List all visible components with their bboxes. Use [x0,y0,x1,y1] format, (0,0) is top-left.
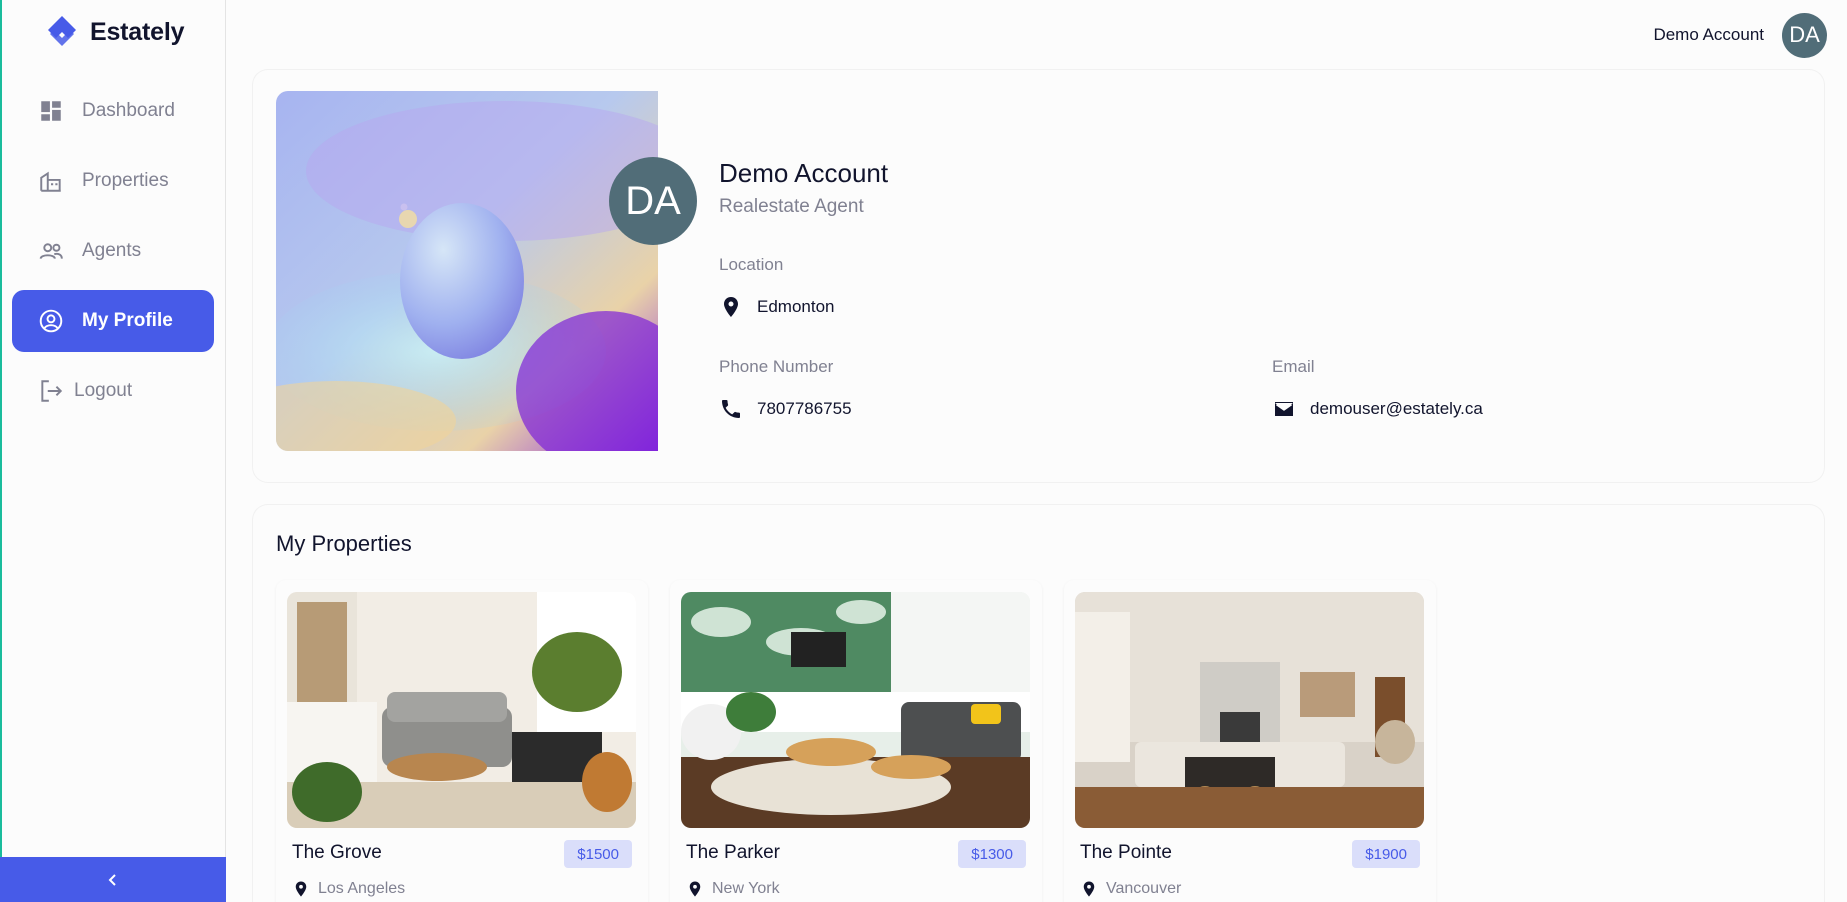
property-location: Vancouver [1080,880,1181,898]
property-price-badge: $1500 [564,840,632,868]
property-name: The Pointe [1080,842,1172,863]
property-name: The Grove [292,842,382,863]
location-value: Edmonton [719,295,835,319]
estately-logo-icon [48,16,76,46]
location-pin-icon [689,881,701,897]
sidebar-item-label: My Profile [82,310,173,331]
property-price-badge: $1900 [1352,840,1420,868]
property-location: Los Angeles [292,880,405,898]
properties-icon [40,171,61,192]
header-avatar[interactable]: DA [1782,12,1827,58]
property-image [1075,592,1424,828]
profile-name: Demo Account [719,158,889,188]
sidebar: Estately Dashboard Properties Agents My … [0,0,226,902]
property-location-text: Los Angeles [318,880,406,897]
dashboard-icon [41,101,61,121]
property-image [681,592,1030,828]
agents-icon [39,243,63,259]
property-location-text: New York [712,880,780,897]
sidebar-item-logout[interactable]: Logout [12,360,214,422]
profile-role: Realestate Agent [719,196,864,217]
property-card-the-grove[interactable]: The Grove $1500 Los Angeles [276,580,648,902]
property-image [287,592,636,828]
property-location: New York [686,880,780,898]
sidebar-item-agents[interactable]: Agents [12,220,214,282]
phone-text: 7807786755 [757,399,852,418]
header-user-name: Demo Account [1653,25,1764,44]
property-location-text: Vancouver [1106,880,1182,897]
chevron-left-icon [108,873,116,886]
profile-avatar: DA [609,157,697,245]
property-card-the-parker[interactable]: The Parker $1300 New York [670,580,1042,902]
phone-label: Phone Number [719,357,834,376]
logout-icon [41,380,63,402]
phone-value: 7807786755 [719,397,852,421]
email-value: demouser@estately.ca [1272,397,1483,421]
sidebar-item-label: Agents [82,240,142,261]
profile-cover-image [276,91,658,451]
sidebar-item-my-profile[interactable]: My Profile [12,290,214,352]
sidebar-nav: Dashboard Properties Agents My Profile L… [12,80,214,430]
top-header: Demo Account DA [226,0,1847,70]
sidebar-edge [0,0,2,902]
location-pin-icon [724,297,738,317]
sidebar-item-label: Dashboard [82,100,175,121]
property-price-badge: $1300 [958,840,1026,868]
sidebar-item-label: Logout [74,380,133,401]
location-label: Location [719,255,784,274]
sidebar-item-dashboard[interactable]: Dashboard [12,80,214,142]
sidebar-collapse-button[interactable] [0,857,226,902]
profile-icon [39,309,63,333]
property-name: The Parker [686,842,780,863]
email-text: demouser@estately.ca [1310,399,1483,418]
mail-icon [1275,402,1293,416]
email-label: Email [1272,357,1315,376]
my-properties-title: My Properties [276,531,412,556]
my-properties-card: My Properties The Grove $1500 Los Angele… [253,505,1824,902]
sidebar-item-label: Properties [82,170,169,191]
location-text: Edmonton [757,297,835,316]
phone-icon [722,400,740,418]
sidebar-item-properties[interactable]: Properties [12,150,214,212]
location-pin-icon [295,881,307,897]
profile-card: DA Demo Account Realestate Agent Locatio… [253,70,1824,482]
location-pin-icon [1083,881,1095,897]
brand[interactable]: Estately [44,14,184,50]
property-card-the-pointe[interactable]: The Pointe $1900 Vancouver [1064,580,1436,902]
brand-name: Estately [90,17,185,46]
